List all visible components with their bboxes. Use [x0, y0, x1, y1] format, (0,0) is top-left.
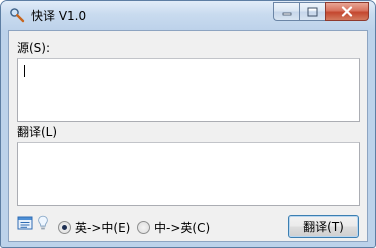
source-label: 源(S): [17, 41, 51, 55]
lightbulb-icon[interactable] [35, 215, 51, 231]
text-caret [24, 65, 25, 77]
maximize-icon [307, 7, 318, 16]
translate-button-label: 翻译(T) [303, 220, 344, 234]
caption-buttons [273, 2, 369, 21]
radio-button-checked[interactable] [58, 221, 71, 234]
title-bar[interactable]: 快译 V1.0 [1, 1, 375, 30]
radio-en-to-zh-label: 英->中(E) [75, 221, 131, 235]
translate-button[interactable]: 翻译(T) [288, 215, 359, 238]
close-icon [341, 6, 353, 17]
minimize-icon [282, 12, 291, 15]
radio-zh-to-en[interactable]: 中->英(C) [137, 219, 210, 236]
radio-en-to-zh[interactable]: 英->中(E) [58, 219, 130, 236]
source-input[interactable] [17, 58, 360, 122]
minimize-button[interactable] [273, 2, 299, 21]
client-area: 源(S): 翻译(L) 英->中(E) 中->英(C) 翻译(T) [8, 30, 368, 242]
magnifier-icon [10, 8, 25, 23]
translation-label: 翻译(L) [17, 125, 58, 139]
translation-output[interactable] [17, 142, 360, 206]
window-title: 快译 V1.0 [31, 9, 87, 23]
radio-button-unchecked[interactable] [137, 221, 150, 234]
app-window: 快译 V1.0 源(S): 翻译(L) 英->中(E) 中->英(C) 翻译(T… [0, 0, 376, 248]
close-button[interactable] [325, 2, 369, 21]
menu-icon[interactable] [17, 215, 33, 231]
maximize-button[interactable] [299, 2, 325, 21]
radio-zh-to-en-label: 中->英(C) [154, 221, 211, 235]
